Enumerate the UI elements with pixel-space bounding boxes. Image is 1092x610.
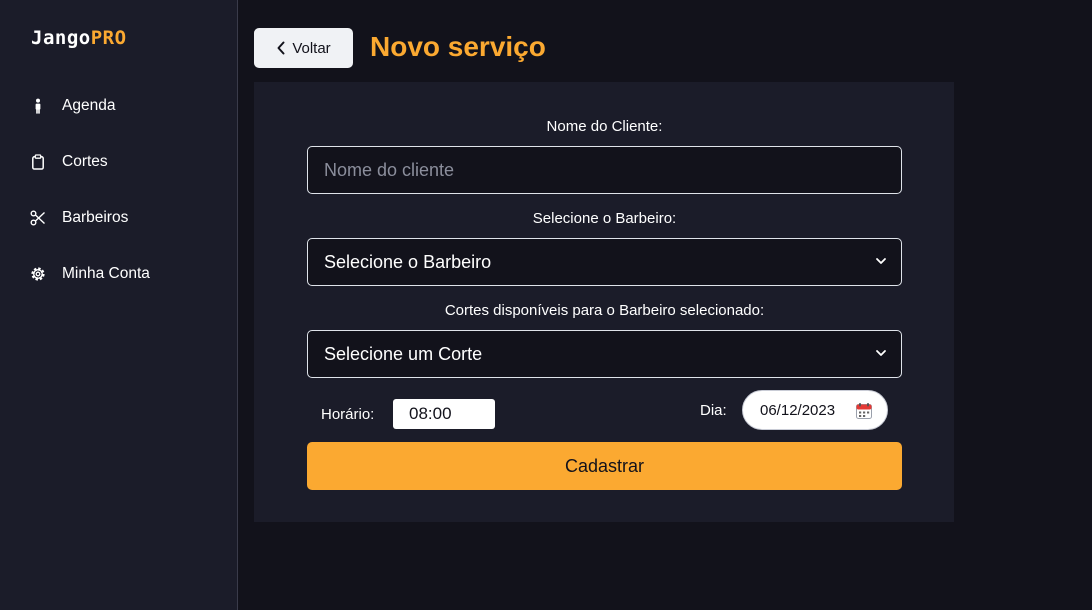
logo-name: Jango	[31, 27, 91, 49]
sidebar: JangoPRO Agenda Cortes Barbeiros Minha C…	[0, 0, 238, 610]
time-label: Horário:	[321, 406, 375, 423]
cut-select-value: Selecione um Corte	[324, 343, 483, 364]
chevron-left-icon	[277, 41, 285, 55]
sidebar-item-barbeiros[interactable]: Barbeiros	[30, 206, 128, 230]
cut-label: Cortes disponíveis para o Barbeiro selec…	[444, 302, 765, 319]
logo-pro: PRO	[90, 27, 127, 49]
client-name-label: Nome do Cliente:	[546, 118, 663, 135]
back-label: Voltar	[292, 39, 331, 57]
scissors-icon	[30, 210, 46, 226]
time-input[interactable]	[393, 399, 495, 429]
person-icon	[30, 98, 46, 114]
chevron-down-icon	[876, 258, 886, 264]
calendar-icon[interactable]	[855, 402, 873, 420]
sidebar-item-label: Minha Conta	[62, 265, 150, 282]
sidebar-item-minha-conta[interactable]: Minha Conta	[30, 262, 150, 286]
barber-select[interactable]: Selecione o Barbeiro	[307, 238, 902, 286]
date-value: 06/12/2023	[760, 401, 836, 419]
cut-select[interactable]: Selecione um Corte	[307, 330, 902, 378]
barber-select-value: Selecione o Barbeiro	[324, 251, 492, 272]
sidebar-item-cortes[interactable]: Cortes	[30, 150, 108, 174]
sidebar-item-label: Barbeiros	[62, 209, 129, 226]
page-title: Novo serviço	[370, 31, 546, 62]
chevron-down-icon	[876, 350, 886, 356]
sidebar-item-label: Agenda	[62, 97, 116, 114]
barber-label: Selecione o Barbeiro:	[532, 210, 677, 227]
submit-button[interactable]: Cadastrar	[307, 442, 902, 490]
sidebar-item-agenda[interactable]: Agenda	[30, 94, 115, 118]
logo: JangoPRO	[31, 27, 127, 49]
client-name-input[interactable]	[307, 146, 902, 194]
date-label: Dia:	[700, 402, 727, 419]
gear-icon	[30, 266, 46, 282]
date-input[interactable]: 06/12/2023	[742, 390, 888, 430]
clipboard-icon	[30, 154, 46, 170]
back-button[interactable]: Voltar	[254, 28, 353, 68]
sidebar-item-label: Cortes	[62, 153, 108, 170]
